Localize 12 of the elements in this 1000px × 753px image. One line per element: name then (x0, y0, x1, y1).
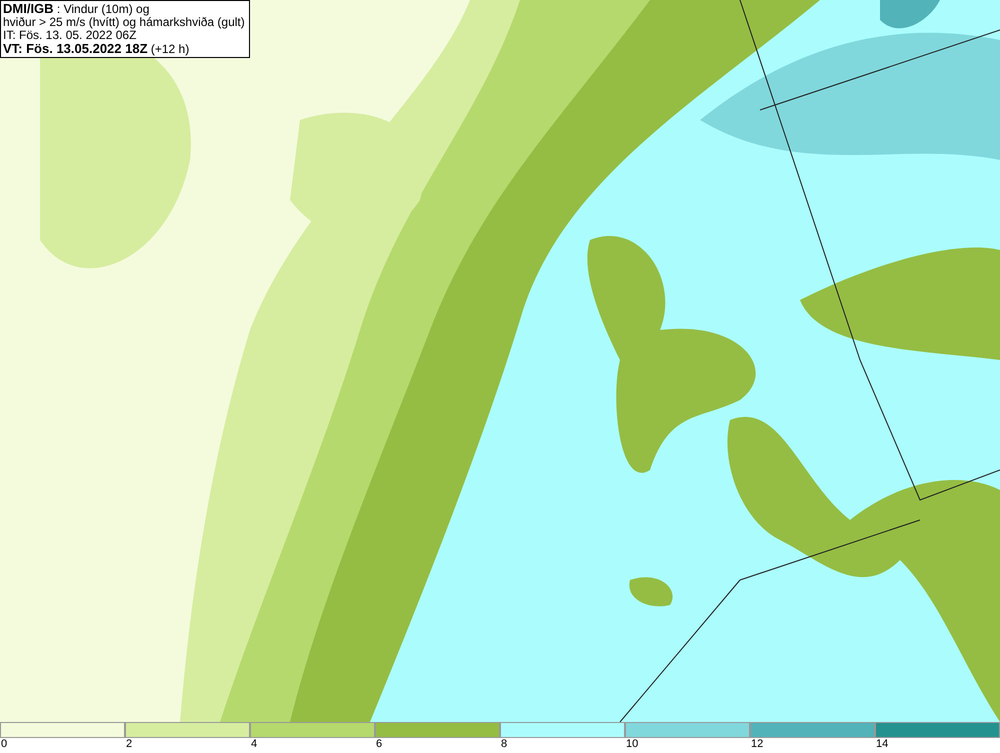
legend-label: 2 (125, 738, 132, 751)
legend-label: 14 (875, 738, 888, 751)
title-line: DMI/IGB : Vindur (10m) og (3, 2, 150, 16)
title-line: hviður > 25 m/s (hvítt) og hámarkshviða (gult) (3, 16, 245, 29)
title-line: IT: Fös. 13. 05. 2022 06Z (3, 29, 138, 42)
legend-label: 4 (250, 738, 258, 751)
title-line: VT: Fös. 13.05.2022 18Z (+12 h) (3, 42, 190, 56)
legend-label: 10 (625, 738, 638, 751)
legend-label: 12 (750, 738, 764, 751)
legend-label: 6 (375, 738, 382, 751)
legend-label: 0 (0, 738, 8, 751)
legend-label: 8 (500, 738, 508, 751)
